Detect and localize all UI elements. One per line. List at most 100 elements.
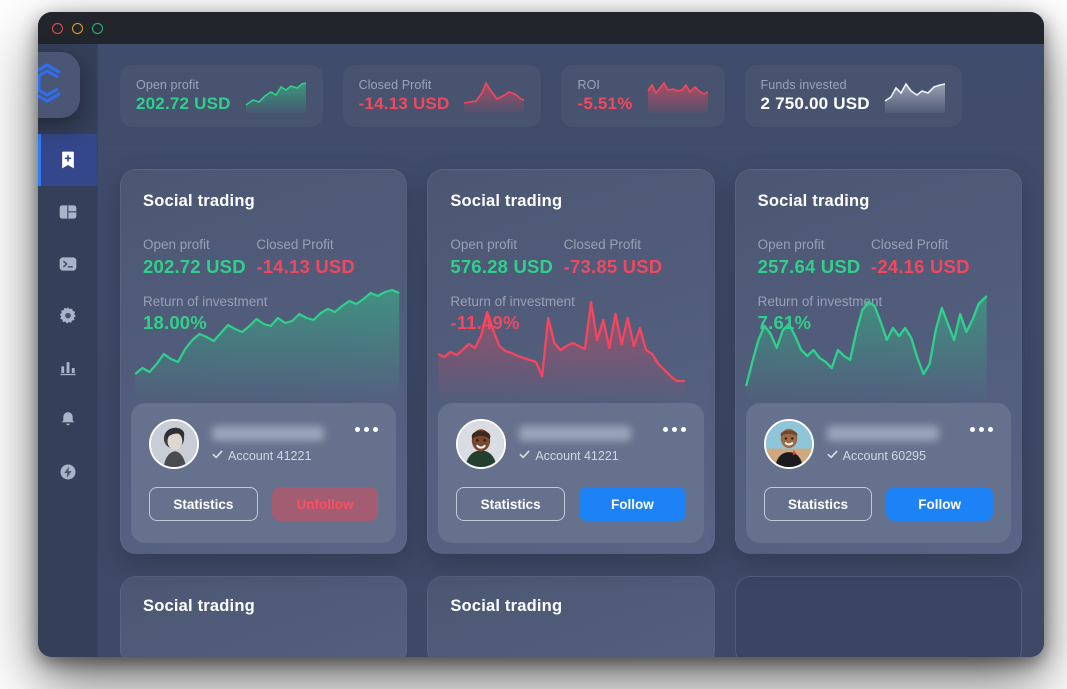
- metric-open-profit: Open profit 576.28 USD: [450, 237, 563, 278]
- page-root: Open profit 202.72 USD Closed Profit -14…: [0, 0, 1067, 689]
- stat-label: ROI: [577, 78, 600, 92]
- trading-card[interactable]: Social trading: [120, 576, 408, 657]
- stat-label: Open profit: [136, 78, 199, 92]
- trader-profile: Jerome Bell Account 41221: [131, 403, 397, 543]
- roi-area-chart: [428, 288, 713, 403]
- metric-value: 576.28 USD: [450, 256, 554, 277]
- metric-value: -14.13 USD: [256, 256, 355, 277]
- trader-actions: Statistics Follow: [456, 487, 686, 521]
- metric-label: Closed Profit: [256, 237, 334, 252]
- stat-card-closed-profit[interactable]: Closed Profit -14.13 USD: [342, 65, 542, 127]
- sidebar-item-analytics[interactable]: [38, 342, 97, 394]
- trading-card[interactable]: Social trading Open profit 202.72 USD Cl…: [120, 169, 408, 554]
- card-title: Social trading: [143, 597, 255, 615]
- close-window-button[interactable]: [52, 22, 63, 34]
- trader-actions: Statistics Follow: [763, 487, 993, 521]
- stat-label: Closed Profit: [358, 78, 432, 92]
- trader-actions: Statistics Unfollow: [149, 487, 379, 521]
- card-title: Social trading: [757, 192, 870, 210]
- trading-card[interactable]: Social trading Open profit 257.64 USD Cl…: [734, 169, 1022, 554]
- sidebar-item-saved[interactable]: [38, 134, 97, 186]
- statistics-button[interactable]: Statistics: [149, 487, 258, 521]
- trader-info: Jerome Bell Account 41221: [212, 425, 342, 463]
- more-horizontal-icon[interactable]: [662, 427, 686, 432]
- sidebar: [38, 44, 98, 657]
- trader-row: Savannah Nguyen Account 41221: [456, 419, 686, 469]
- card-metrics: Open profit 202.72 USD Closed Profit -14…: [121, 211, 406, 278]
- hexagon-c-logo-icon: [38, 62, 66, 109]
- layout-dashboard-icon: [58, 202, 78, 222]
- statistics-button[interactable]: Statistics: [456, 487, 565, 521]
- metric-value: -24.16 USD: [871, 256, 970, 277]
- more-horizontal-icon[interactable]: [355, 427, 379, 432]
- minimize-window-button[interactable]: [72, 22, 83, 34]
- sidebar-item-dashboard[interactable]: [38, 186, 97, 238]
- main-content: Open profit 202.72 USD Closed Profit -14…: [98, 44, 1044, 657]
- metric-label: Closed Profit: [871, 237, 949, 252]
- trading-card[interactable]: Social trading: [427, 576, 715, 657]
- sidebar-item-notifications[interactable]: [38, 394, 97, 446]
- stat-label: Funds invested: [760, 78, 847, 92]
- account-label: Account 41221: [228, 448, 312, 463]
- sidebar-nav: [38, 134, 97, 498]
- stat-value: -5.51%: [577, 94, 633, 113]
- stat-card-roi[interactable]: ROI -5.51%: [561, 65, 725, 127]
- stat-card-funds-invested[interactable]: Funds invested 2 750.00 USD: [744, 65, 962, 127]
- check-icon: [519, 449, 530, 463]
- card-title: Social trading: [450, 192, 563, 210]
- trader-info: Ralph Edwards Account 60295: [826, 425, 957, 463]
- avatar: [149, 419, 199, 469]
- stat-card-open-profit[interactable]: Open profit 202.72 USD: [120, 65, 323, 127]
- stat-value: 2 750.00 USD: [760, 94, 870, 113]
- metric-closed-profit: Closed Profit -24.16 USD: [871, 237, 999, 278]
- trader-row: Ralph Edwards Account 60295: [763, 419, 993, 469]
- bell-icon: [58, 410, 78, 430]
- statistics-button[interactable]: Statistics: [763, 487, 873, 521]
- spark-red-peak-icon: [463, 79, 525, 113]
- lightning-circle-icon: [58, 462, 78, 482]
- avatar: [456, 419, 507, 469]
- stat-value: 202.72 USD: [136, 94, 231, 113]
- card-metrics: Open profit 257.64 USD Closed Profit -24…: [736, 211, 1021, 278]
- metric-closed-profit: Closed Profit -73.85 USD: [564, 237, 692, 278]
- metric-label: Closed Profit: [563, 237, 641, 252]
- account-label: Account 41221: [535, 448, 619, 463]
- sidebar-item-settings[interactable]: [38, 290, 97, 342]
- more-horizontal-icon[interactable]: [970, 427, 993, 432]
- window-titlebar: [38, 12, 1044, 44]
- metric-open-profit: Open profit 257.64 USD: [758, 237, 871, 278]
- sidebar-item-terminal[interactable]: [38, 238, 97, 290]
- trading-card[interactable]: Social trading Open profit 576.28 USD Cl…: [427, 169, 715, 554]
- trader-info: Savannah Nguyen Account 41221: [519, 425, 649, 463]
- spark-white-up-icon: [884, 79, 946, 113]
- app-logo[interactable]: [38, 52, 80, 118]
- trader-name-redacted: Ralph Edwards: [826, 425, 939, 441]
- trader-row: Jerome Bell Account 41221: [149, 419, 379, 469]
- unfollow-button[interactable]: Unfollow: [271, 487, 379, 521]
- metric-label: Open profit: [450, 237, 518, 252]
- spark-green-up-icon: [245, 79, 307, 113]
- trader-profile: Savannah Nguyen Account 41221: [438, 403, 704, 543]
- maximize-window-button[interactable]: [92, 22, 103, 34]
- avatar: [763, 419, 814, 469]
- trader-account: Account 60295: [827, 449, 957, 463]
- follow-button[interactable]: Follow: [886, 487, 993, 521]
- trader-profile: Ralph Edwards Account 60295: [745, 403, 1011, 543]
- terminal-icon: [58, 254, 78, 274]
- roi-area-chart: [121, 288, 406, 403]
- app-window: Open profit 202.72 USD Closed Profit -14…: [38, 12, 1044, 657]
- check-icon: [212, 449, 223, 463]
- roi-area-chart: [736, 288, 1021, 403]
- check-icon: [827, 449, 838, 463]
- stat-value: -14.13 USD: [358, 94, 450, 113]
- sidebar-item-activity[interactable]: [38, 446, 97, 498]
- follow-button[interactable]: Follow: [579, 487, 686, 521]
- trading-card-placeholder[interactable]: [734, 576, 1022, 657]
- account-label: Account 60295: [842, 448, 927, 463]
- trading-cards-grid-next-row: Social trading Social trading: [98, 554, 1044, 657]
- bar-chart-icon: [58, 358, 78, 378]
- trader-account: Account 41221: [519, 449, 649, 463]
- trader-account: Account 41221: [212, 449, 342, 463]
- spark-red-volatile-icon: [646, 79, 709, 113]
- header-stats: Open profit 202.72 USD Closed Profit -14…: [98, 44, 1044, 149]
